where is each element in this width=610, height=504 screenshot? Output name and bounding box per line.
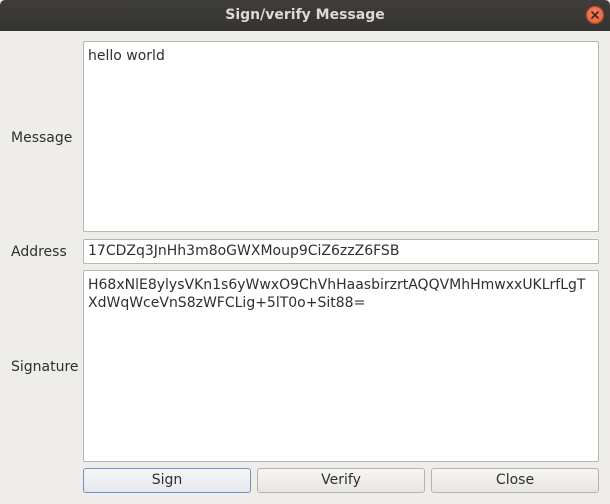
signature-textarea[interactable]: H68xNlE8ylysVKn1s6yWwxO9ChVhHaasbirzrtAQ… [83, 270, 599, 462]
window-title: Sign/verify Message [225, 7, 385, 23]
sign-verify-dialog: Sign/verify Message Message hello world … [0, 0, 610, 504]
close-button[interactable]: Close [431, 468, 599, 493]
address-label: Address [11, 244, 67, 260]
signature-label: Signature [11, 359, 79, 375]
message-label: Message [11, 130, 73, 146]
address-input[interactable]: 17CDZq3JnHh3m8oGWXMoup9CiZ6zzZ6FSB [83, 239, 599, 264]
close-icon [591, 11, 599, 19]
window-close-button[interactable] [586, 6, 604, 24]
sign-button[interactable]: Sign [83, 468, 251, 493]
message-textarea[interactable]: hello world [83, 41, 599, 232]
title-bar[interactable]: Sign/verify Message [0, 0, 610, 31]
verify-button[interactable]: Verify [257, 468, 425, 493]
